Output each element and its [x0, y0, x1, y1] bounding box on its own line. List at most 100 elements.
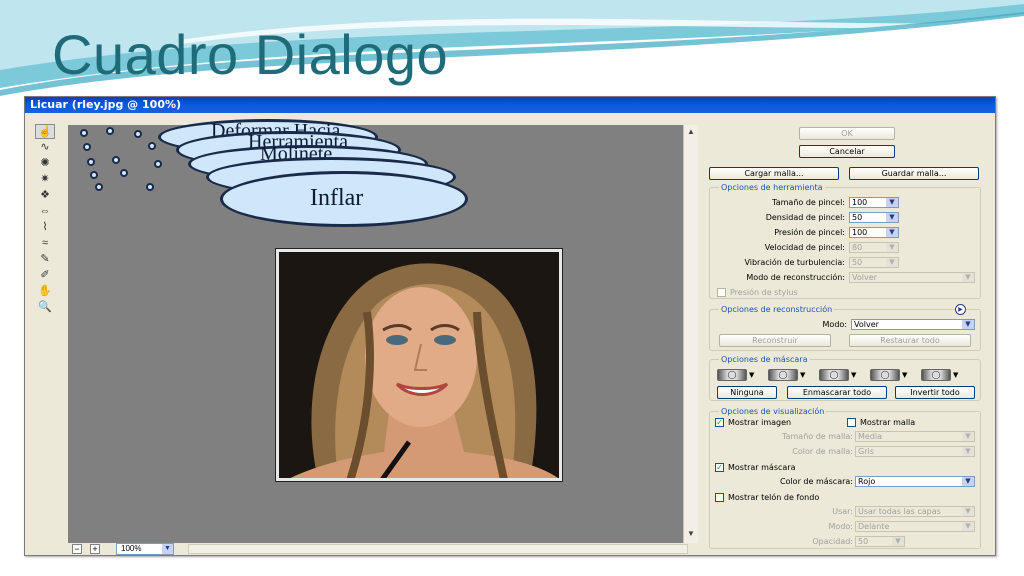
show-mesh-checkbox[interactable]: [847, 418, 856, 427]
mask-mode-buttons: ◯ ▼ ◯ ▼ ◯ ▼ ◯ ▼ ◯ ▼: [717, 369, 977, 381]
restore-all-button[interactable]: Restaurar todo: [849, 334, 971, 347]
reconstruct-options-title: Opciones de reconstrucción: [719, 305, 835, 314]
chevron-down-icon: ▼: [962, 507, 974, 516]
scroll-down-icon[interactable]: ▼: [686, 529, 696, 539]
cancel-button[interactable]: Cancelar: [799, 145, 895, 158]
brush-size-label: Tamaño de pincel:: [772, 198, 845, 207]
scroll-up-icon[interactable]: ▲: [686, 127, 696, 137]
load-mesh-button[interactable]: Cargar malla...: [709, 167, 839, 180]
mask-color-select[interactable]: Rojo ▼: [855, 476, 975, 487]
chevron-down-icon: ▼: [962, 447, 974, 456]
show-image-label: Mostrar imagen: [728, 418, 792, 427]
mask-all-button[interactable]: Enmascarar todo: [787, 386, 887, 399]
callout-dot: [154, 160, 162, 168]
callout-dot: [80, 129, 88, 137]
push-left-tool-icon[interactable]: ⇔: [35, 204, 55, 219]
mesh-color-label: Color de malla:: [792, 447, 853, 456]
stylus-pressure-checkbox[interactable]: [717, 288, 726, 297]
preview-vertical-scrollbar[interactable]: ▲ ▼: [683, 125, 698, 543]
preview-canvas[interactable]: Deformar Hacia Herramienta Molinete Infl…: [68, 119, 683, 543]
callout-dot: [83, 143, 91, 151]
liquify-dialog: Licuar (rley.jpg @ 100%) ☝ ∿ ✺ ✷ ❖ ⇔ ⌇ ≈…: [24, 96, 996, 556]
view-options-title: Opciones de visualización: [719, 407, 827, 416]
backdrop-opacity-field: 50 ▼: [855, 536, 905, 547]
mask-add-button[interactable]: ◯ ▼: [768, 369, 808, 381]
chevron-down-icon[interactable]: ▼: [962, 320, 974, 329]
show-mask-checkbox[interactable]: ✓: [715, 463, 724, 472]
thaw-mask-tool-icon[interactable]: ✐: [35, 268, 55, 283]
mask-color-value: Rojo: [858, 477, 876, 486]
mask-intersect-button[interactable]: ◯ ▼: [870, 369, 910, 381]
chevron-down-icon: ▼: [962, 432, 974, 441]
mask-add-icon: ◯: [768, 369, 798, 381]
chevron-down-icon[interactable]: ▼: [886, 213, 898, 222]
callout-dot: [106, 127, 114, 135]
chevron-down-icon[interactable]: ▼: [886, 228, 898, 237]
brush-size-field[interactable]: 100 ▼: [849, 197, 899, 208]
chevron-down-icon[interactable]: ▼: [886, 198, 898, 207]
zoom-in-button[interactable]: +: [90, 544, 100, 554]
chevron-down-icon: ▼: [162, 544, 173, 554]
reconstruct-mode-label: Modo de reconstrucción:: [746, 273, 845, 282]
chevron-down-icon[interactable]: ▼: [962, 477, 974, 486]
turbulent-jitter-value: 50: [852, 258, 863, 267]
backdrop-use-label: Usar:: [832, 507, 853, 516]
show-image-checkbox[interactable]: ✓: [715, 418, 724, 427]
mask-replace-icon: ◯: [717, 369, 747, 381]
turbulent-jitter-label: Vibración de turbulencia:: [744, 258, 845, 267]
tool-options-title: Opciones de herramienta: [719, 183, 825, 192]
save-mesh-button[interactable]: Guardar malla...: [849, 167, 979, 180]
backdrop-opacity-value: 50: [858, 537, 869, 546]
brush-rate-label: Velocidad de pincel:: [764, 243, 845, 252]
reconstruct-mode-select-2[interactable]: Volver ▼: [851, 319, 975, 330]
zoom-bar: − + 100% ▼: [68, 543, 698, 555]
callout-dot: [120, 169, 128, 177]
bloat-tool-icon[interactable]: ❖: [35, 188, 55, 203]
mirror-tool-icon[interactable]: ⌇: [35, 220, 55, 235]
zoom-out-button[interactable]: −: [72, 544, 82, 554]
hand-tool-icon[interactable]: ✋: [35, 284, 55, 299]
mask-invert-button[interactable]: ◯ ▼: [921, 369, 961, 381]
pucker-tool-icon[interactable]: ✷: [35, 172, 55, 187]
callout-dot: [95, 183, 103, 191]
ok-button[interactable]: OK: [799, 127, 895, 140]
freeze-mask-tool-icon[interactable]: ✎: [35, 252, 55, 267]
portrait-image: [275, 248, 563, 482]
callout-dot: [146, 183, 154, 191]
callout-dot: [112, 156, 120, 164]
options-panel: OK Cancelar Cargar malla... Guardar mall…: [705, 113, 995, 553]
expand-icon[interactable]: ▶: [955, 304, 966, 315]
twirl-tool-icon[interactable]: ✺: [35, 156, 55, 171]
reconstruct-mode-label-2: Modo:: [822, 320, 847, 329]
backdrop-mode-select: Delante ▼: [855, 521, 975, 532]
brush-pressure-label: Presión de pincel:: [774, 228, 845, 237]
brush-density-field[interactable]: 50 ▼: [849, 212, 899, 223]
preview-horizontal-scrollbar[interactable]: [188, 544, 688, 554]
zoom-tool-icon[interactable]: 🔍: [35, 300, 55, 315]
chevron-down-icon: ▼: [800, 371, 806, 379]
show-backdrop-checkbox[interactable]: [715, 493, 724, 502]
chevron-down-icon: ▼: [749, 371, 755, 379]
mask-subtract-icon: ◯: [819, 369, 849, 381]
reconstruct-button[interactable]: Reconstruir: [719, 334, 831, 347]
backdrop-opacity-label: Opacidad:: [812, 537, 853, 546]
zoom-select[interactable]: 100% ▼: [116, 543, 174, 555]
zoom-value: 100%: [121, 544, 142, 553]
warp-tool-icon[interactable]: ☝: [35, 124, 55, 139]
mask-none-button[interactable]: Ninguna: [717, 386, 777, 399]
reconstruct-tool-icon[interactable]: ∿: [35, 140, 55, 155]
brush-density-label: Densidad de pincel:: [765, 213, 845, 222]
mask-color-label: Color de máscara:: [779, 477, 853, 486]
chevron-down-icon: ▼: [962, 273, 974, 282]
callout-dot: [87, 158, 95, 166]
backdrop-use-select: Usar todas las capas ▼: [855, 506, 975, 517]
chevron-down-icon: ▼: [902, 371, 908, 379]
chevron-down-icon: ▼: [953, 371, 959, 379]
turbulence-tool-icon[interactable]: ≈: [35, 236, 55, 251]
invert-all-button[interactable]: Invertir todo: [895, 386, 975, 399]
brush-pressure-field[interactable]: 100 ▼: [849, 227, 899, 238]
mask-subtract-button[interactable]: ◯ ▼: [819, 369, 859, 381]
mask-replace-button[interactable]: ◯ ▼: [717, 369, 757, 381]
brush-rate-field: 80 ▼: [849, 242, 899, 253]
chevron-down-icon: ▼: [892, 537, 904, 546]
